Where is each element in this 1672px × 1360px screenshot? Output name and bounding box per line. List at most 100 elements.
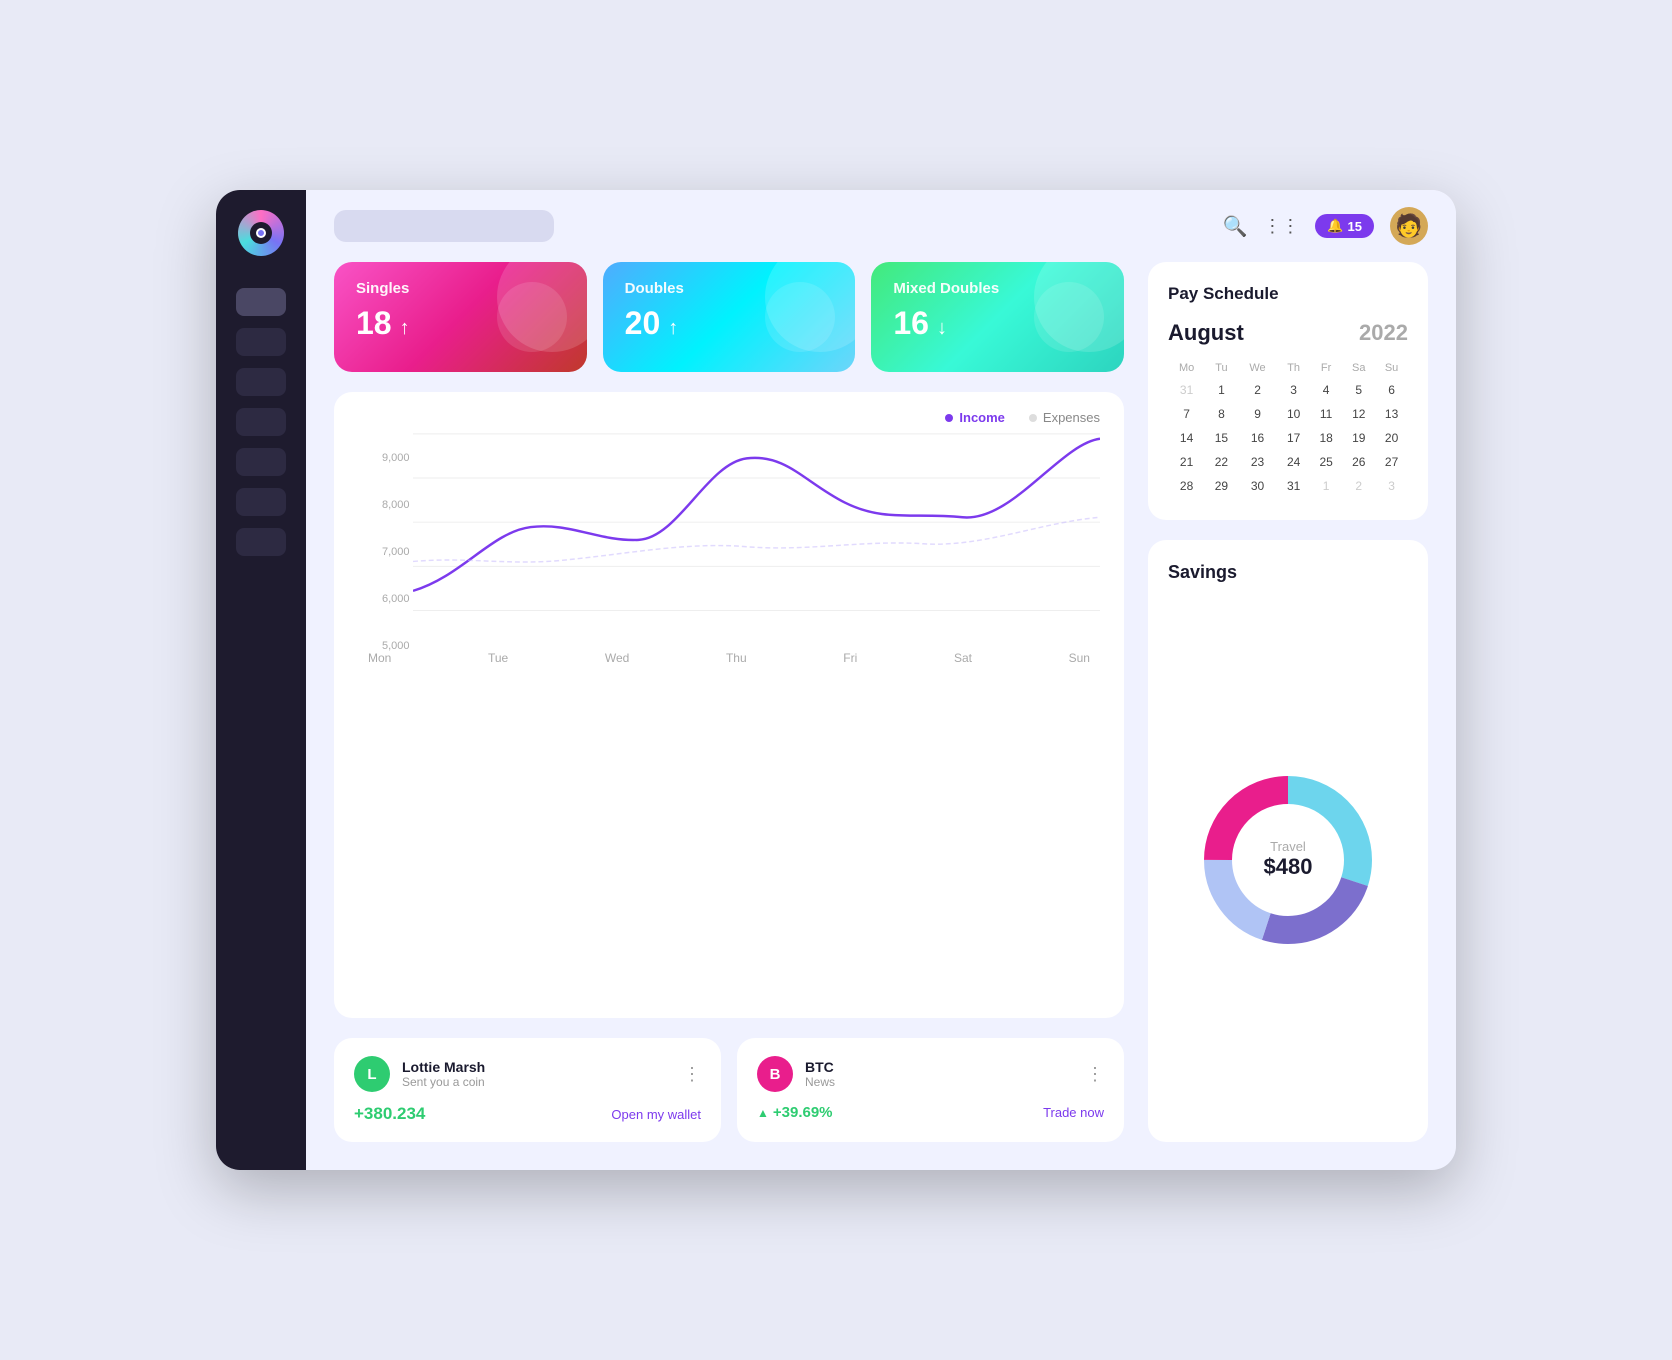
btc-name: BTC — [805, 1059, 835, 1075]
cal-day: 18 — [1310, 426, 1343, 450]
sidebar-item-2[interactable] — [236, 328, 286, 356]
doubles-trend-icon — [668, 305, 678, 342]
lottie-footer: +380.234 Open my wallet — [354, 1104, 701, 1124]
cal-day: 31 — [1168, 378, 1205, 402]
mixed-label: Mixed Doubles — [893, 280, 1102, 297]
cal-day: 27 — [1375, 450, 1408, 474]
mixed-card: Mixed Doubles 16 — [871, 262, 1124, 372]
cal-head-th: Th — [1277, 358, 1310, 378]
calendar-year: 2022 — [1359, 320, 1408, 346]
cal-day: 25 — [1310, 450, 1343, 474]
cal-week-5: 28 29 30 31 1 2 3 — [1168, 474, 1408, 498]
cal-day: 16 — [1238, 426, 1278, 450]
lottie-info: Lottie Marsh Sent you a coin — [402, 1059, 485, 1089]
sidebar-item-7[interactable] — [236, 528, 286, 556]
content-left: Singles 18 Doubles 20 — [334, 262, 1124, 1142]
logo[interactable] — [238, 210, 284, 256]
lottie-more-button[interactable]: ⋮ — [683, 1064, 701, 1085]
btc-link[interactable]: Trade now — [1043, 1105, 1104, 1120]
lottie-avatar: L — [354, 1056, 390, 1092]
doubles-card: Doubles 20 — [603, 262, 856, 372]
lottie-name: Lottie Marsh — [402, 1059, 485, 1075]
sidebar-item-6[interactable] — [236, 488, 286, 516]
cal-day: 5 — [1342, 378, 1375, 402]
cal-day: 3 — [1277, 378, 1310, 402]
cal-day: 17 — [1277, 426, 1310, 450]
user-avatar[interactable]: 🧑 — [1390, 207, 1428, 245]
donut-center: Travel $480 — [1264, 839, 1313, 880]
cal-day: 22 — [1205, 450, 1238, 474]
logo-dot — [256, 228, 266, 238]
lottie-link[interactable]: Open my wallet — [611, 1107, 701, 1122]
cal-day: 20 — [1375, 426, 1408, 450]
notification-icon: 🔔 — [1327, 218, 1343, 234]
cal-head-we: We — [1238, 358, 1278, 378]
cal-day: 23 — [1238, 450, 1278, 474]
chart-x-axis: Mon Tue Wed Thu Fri Sat Sun — [358, 651, 1100, 665]
singles-trend-icon — [400, 305, 410, 342]
chart-y-axis: 9,000 8,000 7,000 6,000 5,000 — [382, 452, 410, 652]
sidebar-item-4[interactable] — [236, 408, 286, 436]
cal-day: 6 — [1375, 378, 1408, 402]
btc-more-button[interactable]: ⋮ — [1086, 1064, 1104, 1085]
chart-area: 9,000 8,000 7,000 6,000 5,000 — [358, 412, 1100, 647]
sidebar-item-3[interactable] — [236, 368, 286, 396]
cal-day: 10 — [1277, 402, 1310, 426]
btc-card: B BTC News ⋮ ▲ +39.69% — [737, 1038, 1124, 1142]
doubles-label: Doubles — [625, 280, 834, 297]
singles-label: Singles — [356, 280, 565, 297]
cal-day: 1 — [1205, 378, 1238, 402]
cal-head-tu: Tu — [1205, 358, 1238, 378]
cal-head-fr: Fr — [1310, 358, 1343, 378]
logo-inner — [250, 222, 272, 244]
search-bar[interactable] — [334, 210, 554, 242]
donut-container: Travel $480 — [1168, 599, 1408, 1120]
transaction-row: L Lottie Marsh Sent you a coin ⋮ +380.23… — [334, 1038, 1124, 1142]
cal-week-2: 7 8 9 10 11 12 13 — [1168, 402, 1408, 426]
search-icon[interactable]: 🔍 — [1222, 214, 1247, 239]
lottie-amount: +380.234 — [354, 1104, 425, 1124]
pay-schedule-title: Pay Schedule — [1168, 284, 1408, 304]
btc-info: BTC News — [805, 1059, 835, 1089]
cal-day: 12 — [1342, 402, 1375, 426]
cal-day: 15 — [1205, 426, 1238, 450]
app-container: 🔍 ⋮⋮ 🔔 15 🧑 Singles 18 — [216, 190, 1456, 1170]
btc-amount: +39.69% — [773, 1104, 833, 1121]
grid-icon[interactable]: ⋮⋮ — [1263, 216, 1299, 237]
lottie-card: L Lottie Marsh Sent you a coin ⋮ +380.23… — [334, 1038, 721, 1142]
cal-day: 4 — [1310, 378, 1343, 402]
lottie-desc: Sent you a coin — [402, 1075, 485, 1089]
cal-head-mo: Mo — [1168, 358, 1205, 378]
calendar-month: August — [1168, 320, 1244, 346]
cal-day: 2 — [1238, 378, 1278, 402]
cal-day: 31 — [1277, 474, 1310, 498]
btc-change-icon: ▲ — [757, 1106, 769, 1120]
mixed-trend-icon — [937, 305, 947, 342]
cal-day: 19 — [1342, 426, 1375, 450]
chart-card: Income Expenses 9,000 8,000 7,000 6,000 — [334, 392, 1124, 1018]
header: 🔍 ⋮⋮ 🔔 15 🧑 — [306, 190, 1456, 262]
cal-day: 9 — [1238, 402, 1278, 426]
cal-day: 30 — [1238, 474, 1278, 498]
lottie-header: L Lottie Marsh Sent you a coin ⋮ — [354, 1056, 701, 1092]
cal-day: 21 — [1168, 450, 1205, 474]
calendar-grid: Mo Tu We Th Fr Sa Su — [1168, 358, 1408, 498]
cal-day: 2 — [1342, 474, 1375, 498]
calendar-table: Mo Tu We Th Fr Sa Su — [1168, 358, 1408, 498]
cal-day: 28 — [1168, 474, 1205, 498]
donut-value: $480 — [1264, 854, 1313, 880]
cal-day: 26 — [1342, 450, 1375, 474]
btc-footer: ▲ +39.69% Trade now — [757, 1104, 1104, 1121]
cal-day: 13 — [1375, 402, 1408, 426]
cal-head-sa: Sa — [1342, 358, 1375, 378]
sidebar-item-5[interactable] — [236, 448, 286, 476]
cal-day: 24 — [1277, 450, 1310, 474]
cal-week-1: 31 1 2 3 4 5 6 — [1168, 378, 1408, 402]
cal-day: 14 — [1168, 426, 1205, 450]
notification-button[interactable]: 🔔 15 — [1315, 214, 1374, 238]
sidebar-item-1[interactable] — [236, 288, 286, 316]
cal-day: 1 — [1310, 474, 1343, 498]
content-area: Singles 18 Doubles 20 — [306, 262, 1456, 1170]
btc-avatar: B — [757, 1056, 793, 1092]
sidebar — [216, 190, 306, 1170]
